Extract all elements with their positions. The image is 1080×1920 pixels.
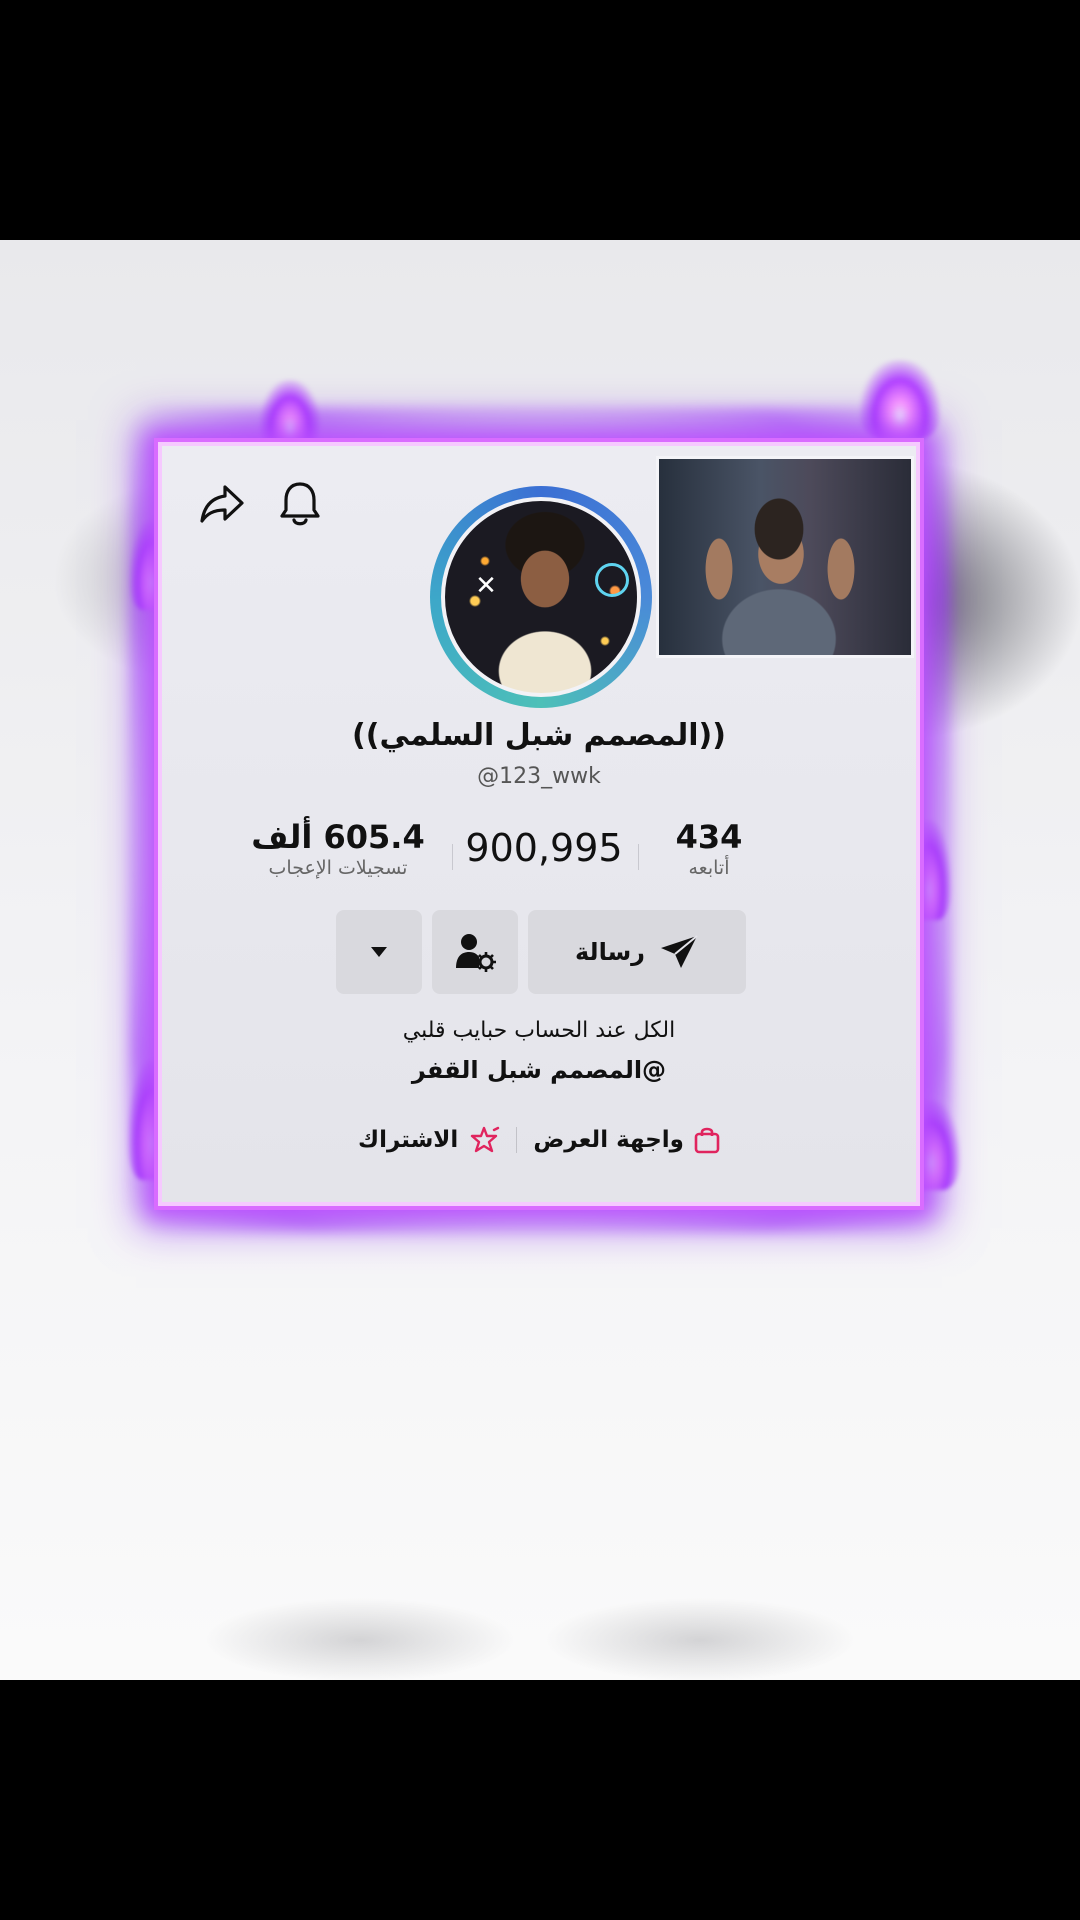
letterbox-bottom <box>0 1680 1080 1920</box>
profile-settings-button[interactable] <box>432 910 518 994</box>
message-button[interactable]: رسالة <box>528 910 746 994</box>
user-gear-icon <box>456 934 496 972</box>
stat-likes-label: تسجيلات الإعجاب <box>268 857 408 879</box>
share-icon <box>200 485 244 523</box>
showcase-link-label: واجهة العرض <box>533 1127 684 1153</box>
avatar-story-ring[interactable]: ✕ <box>430 486 652 708</box>
send-icon <box>661 935 698 968</box>
more-button[interactable] <box>336 910 422 994</box>
bio-mention[interactable]: @المصمم شبل القفر <box>162 1056 916 1084</box>
subscribe-link[interactable]: الاشتراك <box>358 1126 500 1154</box>
capcut-logo-icon: ✕ <box>475 571 497 601</box>
showcase-link[interactable]: واجهة العرض <box>533 1126 720 1154</box>
display-name: ((المصمم شبل السلمي)) <box>352 718 726 753</box>
notification-button[interactable] <box>272 476 328 532</box>
profile-links: واجهة العرض الاشتراك <box>162 1120 916 1160</box>
share-button[interactable] <box>194 476 250 532</box>
flame-decoration <box>260 380 320 450</box>
stat-following-label: أتابعه <box>688 857 730 879</box>
links-divider <box>516 1127 518 1153</box>
bell-icon <box>280 482 320 526</box>
flame-decoration <box>860 360 940 440</box>
stat-likes[interactable]: 605.4 ألف تسجيلات الإعجاب <box>248 818 428 880</box>
caret-down-icon <box>371 947 387 957</box>
subscribe-link-label: الاشتراك <box>358 1127 459 1153</box>
star-badge-icon <box>471 1126 500 1153</box>
stat-divider <box>638 844 639 870</box>
stat-following[interactable]: 434 أتابعه <box>642 818 776 880</box>
letterbox-top <box>0 0 1080 240</box>
bio-line-1: الكل عند الحساب حبايب قلبي <box>402 1018 676 1043</box>
username: @123_wwk <box>477 764 601 789</box>
avatar[interactable]: ✕ <box>441 497 641 697</box>
screen: ✕ ((المصمم شبل السلمي)) @123_wwk 605.4 أ… <box>0 0 1080 1920</box>
alight-motion-logo-icon <box>595 563 629 597</box>
stat-likes-value: 605.4 ألف <box>251 818 425 856</box>
message-button-label: رسالة <box>575 938 645 966</box>
stat-following-value: 434 <box>675 818 743 856</box>
profile-card: ✕ ((المصمم شبل السلمي)) @123_wwk 605.4 أ… <box>162 446 916 1202</box>
video-overlay <box>656 456 914 658</box>
stat-followers-value: 900,995 <box>465 826 623 870</box>
stat-followers[interactable]: 900,995 <box>452 826 636 870</box>
shopping-bag-icon <box>694 1127 720 1154</box>
